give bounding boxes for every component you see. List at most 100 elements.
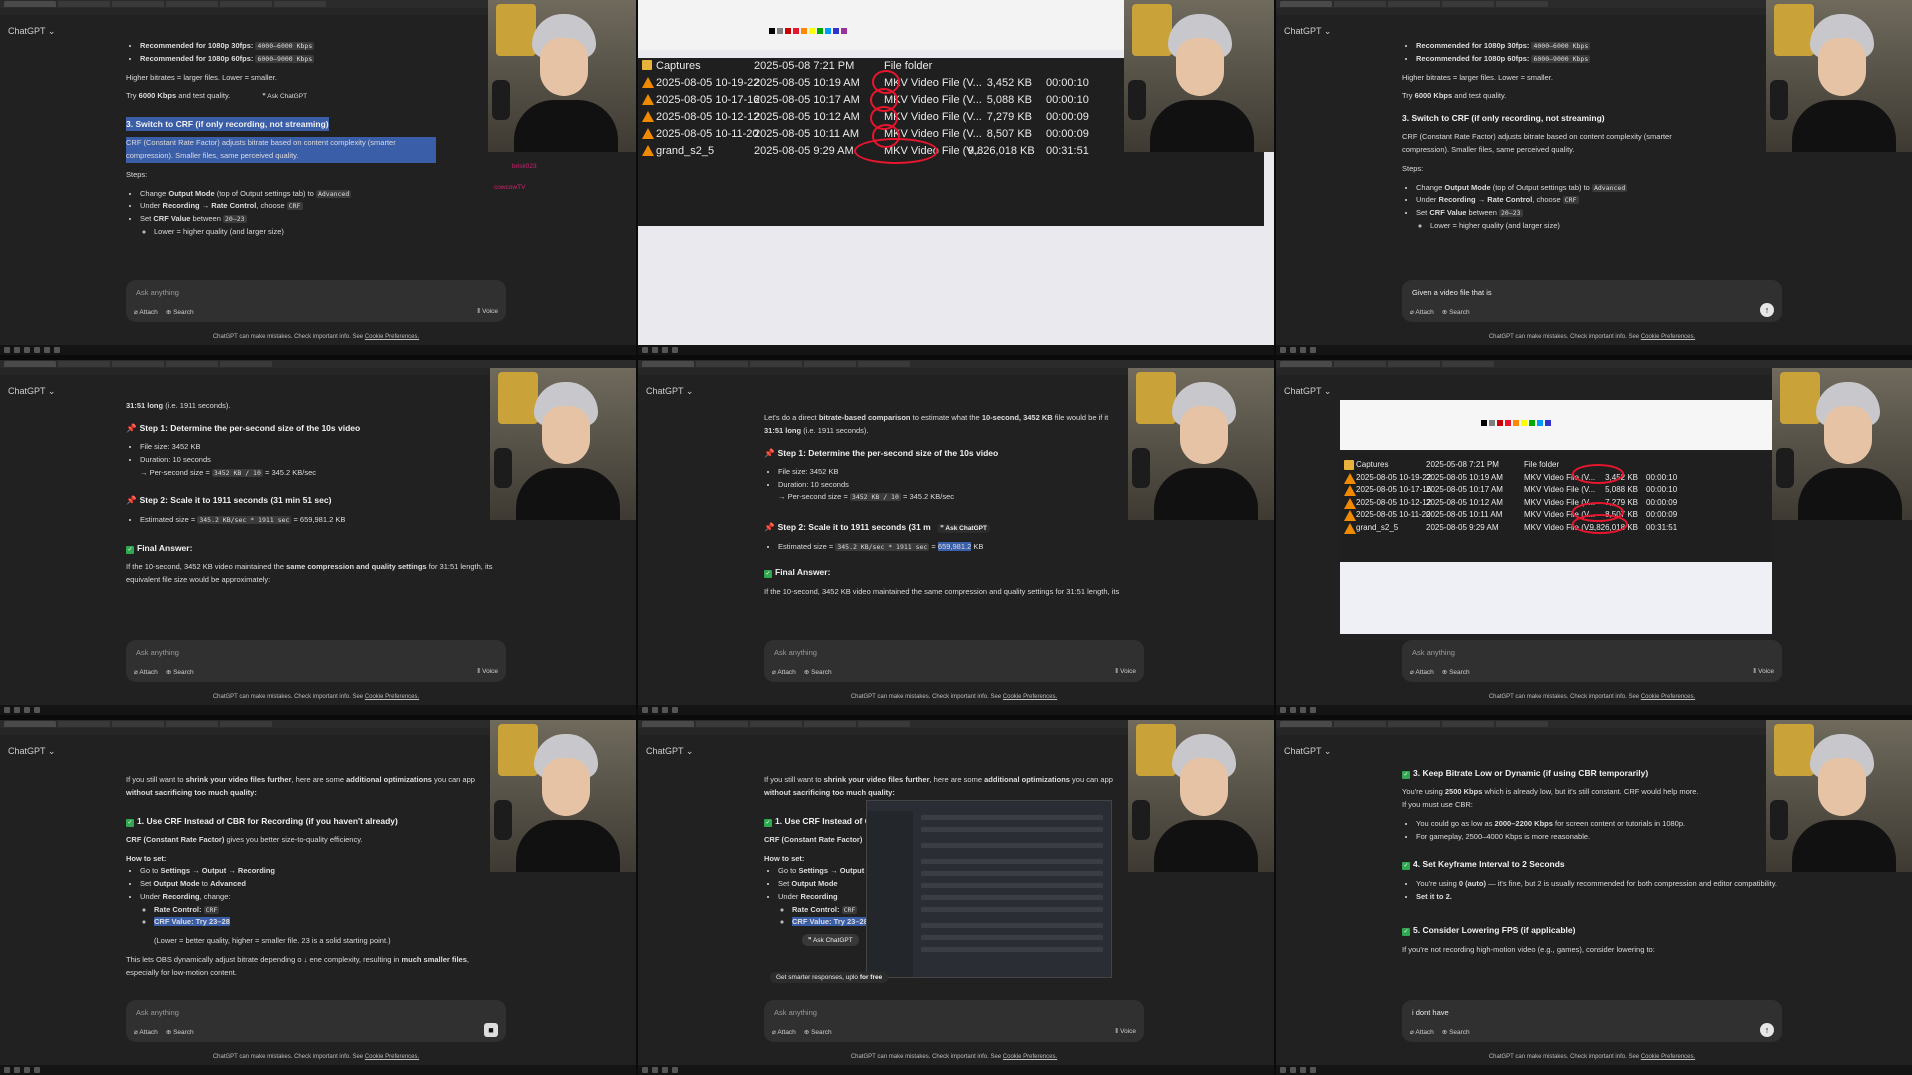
message-input[interactable]: Ask anything [1412, 648, 1455, 657]
app-title[interactable]: ChatGPT ⌄ [8, 386, 55, 397]
search-button[interactable]: ⊕ Search [166, 308, 194, 316]
check-icon: ✓ [126, 545, 134, 554]
message-input[interactable]: Ask anything [136, 288, 179, 297]
file-row[interactable]: 2025-08-05 10-17-16 2025-08-05 10:17 AM MK… [1340, 483, 1772, 496]
app-title[interactable]: ChatGPT ⌄ [1284, 386, 1331, 397]
vlc-file-icon [1344, 485, 1356, 496]
message-input[interactable]: Ask anything [136, 1008, 179, 1017]
folder-row[interactable]: Captures 2025-05-08 7:21 PM File folder [1340, 458, 1772, 471]
browser-tab-bar[interactable] [638, 360, 1274, 368]
file-row[interactable]: 2025-08-05 10-12-12 2025-08-05 10:12 AM MK… [1340, 496, 1772, 509]
attach-button[interactable]: ⌀ Attach [134, 308, 158, 316]
file-name: 2025-08-05 10-11-20 [1356, 510, 1431, 519]
voice-button[interactable]: ⦀ Voice [477, 308, 498, 316]
step-item: Change Output Mode (top of Output settin… [140, 188, 506, 201]
attach-button[interactable]: ⌀ Attach [1410, 1028, 1434, 1036]
step-item: Set CRF Value between 20–23 Lower = high… [140, 213, 506, 239]
voice-button[interactable]: ⦀ Voice [1753, 668, 1774, 676]
disclaimer: ChatGPT can make mistakes. Check importa… [212, 694, 420, 700]
chat-content: Let's do a direct bitrate-based comparis… [764, 412, 1144, 605]
message-composer[interactable]: i dont have ⌀ Attach ⊕ Search ↑ [1402, 1000, 1782, 1042]
ask-chatgpt-button[interactable]: ❞ Ask ChatGPT [262, 93, 307, 100]
settings-sidebar[interactable] [867, 811, 913, 977]
ask-chatgpt-button[interactable]: ❞ Ask ChatGPT [802, 934, 859, 946]
check-icon: ✓ [1402, 928, 1410, 937]
message-input[interactable]: Ask anything [774, 1008, 817, 1017]
message-input[interactable]: Ask anything [136, 648, 179, 657]
vlc-file-icon [642, 77, 654, 88]
message-composer[interactable]: Ask anything ⌀ Attach ⊕ Search ⦀ Voice [764, 640, 1144, 682]
voice-button[interactable]: ⦀ Voice [1115, 668, 1136, 676]
vlc-file-icon [642, 94, 654, 105]
webcam-overlay [1128, 368, 1274, 520]
search-button[interactable]: ⊕ Search [166, 668, 194, 676]
browser-tab-bar[interactable] [0, 360, 636, 368]
file-row[interactable]: 2025-08-05 10-11-20 2025-08-05 10:11 AM MK… [1340, 508, 1772, 521]
taskbar [0, 345, 636, 355]
chat-user: brisk023 [512, 163, 537, 170]
file-name: 2025-08-05 10-17-16 [1356, 485, 1432, 494]
taskbar [638, 345, 1274, 355]
message-composer[interactable]: Given a video file that is ⌀ Attach ⊕ Sea… [1402, 280, 1782, 322]
obs-settings-dialog[interactable] [866, 800, 1112, 978]
disclaimer: ChatGPT can make mistakes. Check importa… [1488, 694, 1696, 700]
check-icon: ✓ [764, 570, 772, 579]
app-title[interactable]: ChatGPT ⌄ [1284, 746, 1331, 757]
voice-button[interactable]: ⦀ Voice [477, 668, 498, 676]
file-dur: 00:31:51 [1046, 145, 1089, 157]
message-composer[interactable]: Ask anything ⌀ Attach ⊕ Search ⦀ Voice [1402, 640, 1782, 682]
message-composer[interactable]: Ask anything ⌀ Attach ⊕ Search ⦀ Voice [764, 1000, 1144, 1042]
vlc-file-icon [1344, 472, 1356, 484]
webcam-overlay [1128, 720, 1274, 872]
send-button[interactable]: ↑ [1760, 303, 1774, 317]
search-button[interactable]: ⊕ Search [166, 1028, 194, 1036]
app-title[interactable]: ChatGPT ⌄ [1284, 26, 1331, 37]
file-size: 7,279 KB [986, 111, 1032, 123]
app-title[interactable]: ChatGPT ⌄ [8, 746, 55, 757]
stop-button[interactable]: ■ [484, 1023, 498, 1037]
cookie-link[interactable]: Cookie Preferences. [365, 334, 419, 340]
attach-button[interactable]: ⌀ Attach [1410, 668, 1434, 676]
attach-button[interactable]: ⌀ Attach [772, 668, 796, 676]
file-name: Captures [1356, 460, 1389, 469]
attach-button[interactable]: ⌀ Attach [134, 1028, 158, 1036]
chat-user: cowcowTV [494, 184, 526, 191]
paint-ribbon [638, 0, 1124, 50]
file-name: grand_s2_5 [656, 145, 715, 157]
file-row[interactable]: grand_s2_5 2025-08-05 9:29 AM MKV Video Fi… [1340, 521, 1772, 534]
disclaimer: ChatGPT can make mistakes. Check importa… [850, 1054, 1058, 1060]
file-date: 2025-08-05 10:19 AM [1426, 472, 1503, 482]
upsell-banner[interactable]: Get smarter responses, uplo for free [770, 972, 889, 983]
file-explorer[interactable]: Captures 2025-05-08 7:21 PM File folder 202… [1340, 452, 1772, 562]
message-input[interactable]: Given a video file that is [1412, 288, 1492, 297]
send-button[interactable]: ↑ [1760, 1023, 1774, 1037]
file-row[interactable]: 2025-08-05 10-19-22 2025-08-05 10:19 AM MK… [1340, 471, 1772, 484]
search-button[interactable]: ⊕ Search [1442, 1028, 1470, 1036]
app-title[interactable]: ChatGPT ⌄ [646, 746, 693, 757]
attach-button[interactable]: ⌀ Attach [134, 668, 158, 676]
message-input[interactable]: Ask anything [774, 648, 817, 657]
message-input[interactable]: i dont have [1412, 1008, 1449, 1017]
attach-button[interactable]: ⌀ Attach [1410, 308, 1434, 316]
app-title[interactable]: ChatGPT ⌄ [646, 386, 693, 397]
ask-chatgpt-button[interactable]: ❞ Ask ChatGPT [937, 524, 990, 534]
browser-tab-bar[interactable] [1276, 360, 1912, 368]
folder-icon [1344, 460, 1354, 470]
search-button[interactable]: ⊕ Search [1442, 668, 1470, 676]
search-button[interactable]: ⊕ Search [1442, 308, 1470, 316]
file-name: 2025-08-05 10-19-22 [1356, 472, 1432, 482]
message-composer[interactable]: Ask anything ⌀ Attach ⊕ Search ⦀ Voice [126, 280, 506, 322]
message-composer[interactable]: Ask anything ⌀ Attach ⊕ Search ⦀ Voice [126, 640, 506, 682]
attach-button[interactable]: ⌀ Attach [772, 1028, 796, 1036]
try-note: Try 6000 Kbps and test quality. ❞ Ask Ch… [126, 91, 308, 101]
stream-chat-message: brisk023 [512, 163, 537, 170]
message-composer[interactable]: Ask anything ⌀ Attach ⊕ Search ■ [126, 1000, 506, 1042]
voice-button[interactable]: ⦀ Voice [1115, 1028, 1136, 1036]
app-title[interactable]: ChatGPT ⌄ [8, 26, 55, 37]
search-button[interactable]: ⊕ Search [804, 668, 832, 676]
check-icon: ✓ [764, 818, 772, 827]
file-date: 2025-08-05 10:19 AM [754, 77, 860, 89]
pin-icon: 📌 [764, 447, 775, 458]
search-button[interactable]: ⊕ Search [804, 1028, 832, 1036]
disclaimer: ChatGPT can make mistakes. Check importa… [212, 1054, 420, 1060]
